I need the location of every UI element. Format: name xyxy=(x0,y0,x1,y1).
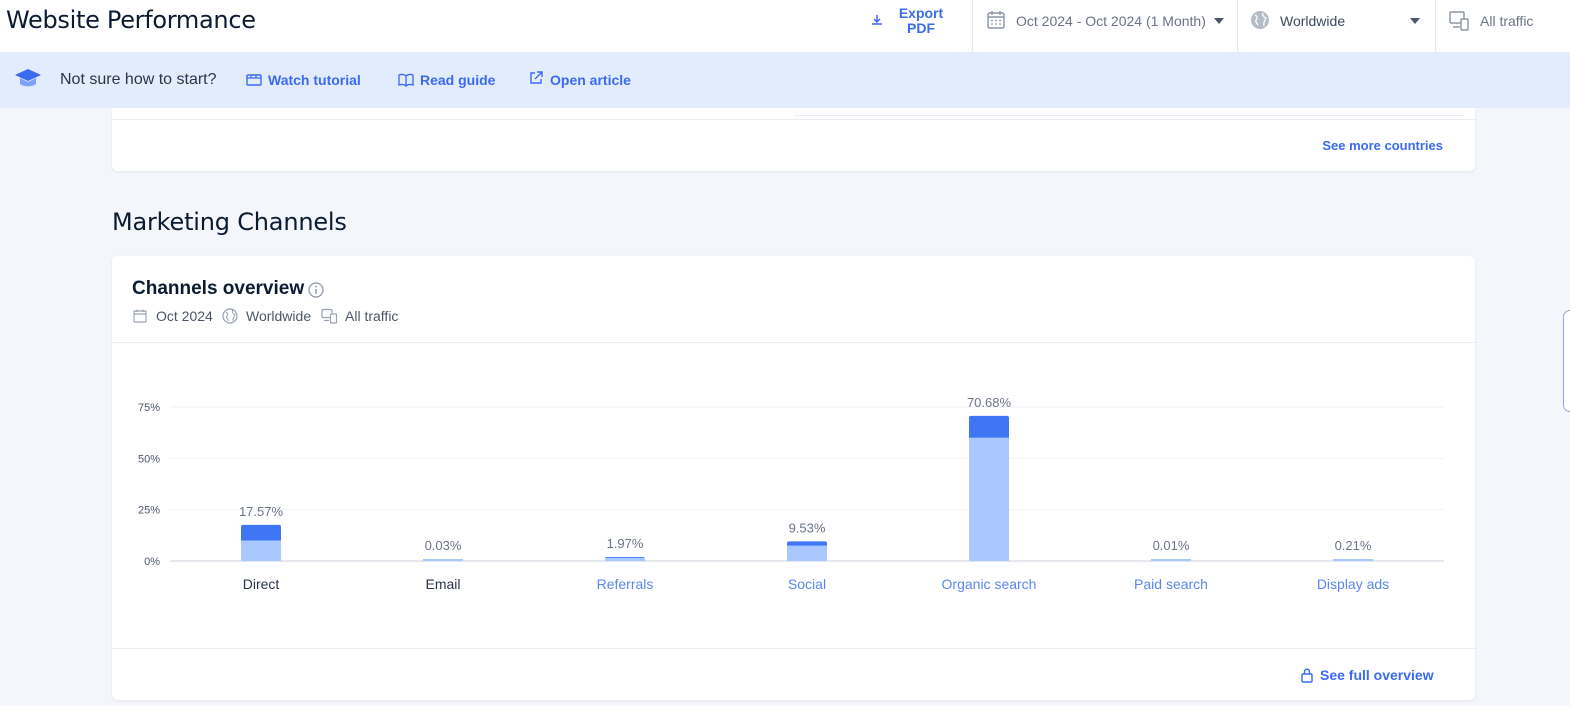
bar-segment-light xyxy=(1333,559,1373,561)
download-icon xyxy=(872,15,882,25)
x-category-label[interactable]: Paid search xyxy=(1134,576,1208,592)
top-header: Website Performance Export PDF Oct 2024 -… xyxy=(0,0,1570,53)
bar-segment-light xyxy=(787,545,827,561)
channels-bar-chart: 0% 25% 50% 75% 17.57% Direct 0.03% Email 1.97% Re… xyxy=(138,395,1444,592)
data-label: 17.57% xyxy=(239,504,284,519)
open-article-label: Open article xyxy=(550,72,631,88)
header-divider xyxy=(1237,0,1238,52)
bar-segment-light xyxy=(605,557,645,561)
bar-segment-light xyxy=(969,437,1009,561)
x-category-label[interactable]: Referrals xyxy=(597,576,654,592)
see-more-countries-link[interactable]: See more countries xyxy=(1322,138,1443,153)
onboarding-banner: Not sure how to start? Watch tutorial Re… xyxy=(0,52,1570,108)
side-feedback-tab[interactable] xyxy=(1563,310,1570,412)
chevron-down-icon xyxy=(1214,18,1224,24)
geo-label: Worldwide xyxy=(1280,13,1346,29)
export-pdf-button[interactable]: Export PDF xyxy=(862,6,962,42)
watch-tutorial-link[interactable]: Watch tutorial xyxy=(246,72,376,90)
data-label: 0.01% xyxy=(1153,538,1190,553)
bar-segment-dark xyxy=(787,541,827,546)
calendar-icon xyxy=(987,11,1005,29)
open-article-link[interactable]: Open article xyxy=(528,70,648,88)
divider xyxy=(112,119,1475,120)
external-link-icon xyxy=(530,71,543,84)
x-category-label: Direct xyxy=(243,576,280,592)
read-guide-label: Read guide xyxy=(420,72,496,88)
date-range-label: Oct 2024 - Oct 2024 (1 Month) xyxy=(1016,13,1206,29)
y-tick-label: 75% xyxy=(138,402,160,414)
read-guide-link[interactable]: Read guide xyxy=(398,72,508,90)
y-tick-label: 0% xyxy=(144,556,160,568)
divider xyxy=(112,648,1475,649)
export-pdf-label: Export PDF xyxy=(898,5,944,36)
x-category-label[interactable]: Display ads xyxy=(1317,576,1389,592)
date-range-picker[interactable]: Oct 2024 - Oct 2024 (1 Month) xyxy=(986,8,1228,34)
data-label: 0.03% xyxy=(425,538,462,553)
chevron-down-icon xyxy=(1410,18,1420,24)
data-label: 70.68% xyxy=(967,395,1012,410)
book-icon xyxy=(398,73,414,87)
video-icon xyxy=(246,74,262,86)
data-label: 9.53% xyxy=(789,520,826,535)
watch-tutorial-label: Watch tutorial xyxy=(268,72,361,88)
data-label: 1.97% xyxy=(607,536,644,551)
bar-segment-light xyxy=(423,559,463,561)
top-countries-card: See more countries xyxy=(112,108,1475,171)
section-title: Marketing Channels xyxy=(112,208,347,236)
traffic-picker[interactable]: All traffic xyxy=(1448,8,1570,34)
bar-segment-light xyxy=(1151,559,1191,561)
see-full-overview-link[interactable]: See full overview xyxy=(1300,667,1440,685)
globe-icon xyxy=(1251,11,1269,29)
graduation-cap-icon xyxy=(15,69,41,87)
bar-segment-dark xyxy=(241,524,281,541)
geo-picker[interactable]: Worldwide xyxy=(1250,8,1426,34)
data-label: 0.21% xyxy=(1335,538,1372,553)
lock-icon xyxy=(1301,668,1313,683)
page-title: Website Performance xyxy=(6,6,256,34)
see-full-overview-label: See full overview xyxy=(1320,667,1434,683)
traffic-label: All traffic xyxy=(1480,13,1534,29)
header-divider xyxy=(972,0,973,52)
header-divider xyxy=(1435,0,1436,52)
x-category-label[interactable]: Social xyxy=(788,576,826,592)
banner-question: Not sure how to start? xyxy=(60,71,217,88)
y-tick-label: 25% xyxy=(138,505,160,517)
x-category-label[interactable]: Organic search xyxy=(942,576,1037,592)
divider xyxy=(794,115,1464,116)
channels-overview-card: Channels overview Oct 2024 Worldwide All… xyxy=(112,256,1475,700)
y-tick-label: 50% xyxy=(138,453,160,465)
bar-segment-dark xyxy=(969,415,1009,438)
x-category-label: Email xyxy=(425,576,460,592)
devices-icon xyxy=(1449,11,1469,31)
bar-segment-light xyxy=(241,540,281,561)
